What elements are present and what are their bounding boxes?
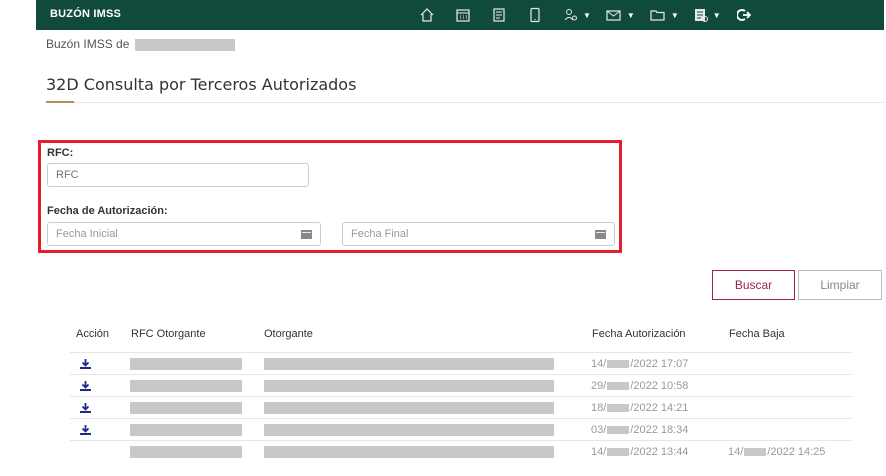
redacted-name [134, 38, 235, 51]
limpiar-button[interactable]: Limpiar [798, 270, 882, 300]
calendar-icon[interactable] [301, 229, 312, 239]
redacted-rfc [130, 402, 242, 414]
person-search-icon[interactable]: ▼ [563, 0, 591, 30]
calendar-icon[interactable] [455, 0, 471, 30]
title-underline [46, 101, 74, 103]
download-icon[interactable] [80, 359, 91, 369]
fecha-day: 14/ [591, 358, 607, 370]
fecha-autorizacion-cell: 14/ /2022 17:07 [591, 353, 688, 375]
fecha-final-input[interactable]: Fecha Final [342, 222, 615, 246]
folder-icon[interactable]: ▼ [649, 0, 679, 30]
calendar-icon[interactable] [595, 229, 606, 239]
redacted-rfc [130, 358, 242, 370]
table-row: 18/ /2022 14:21 [70, 396, 852, 419]
chevron-down-icon: ▼ [670, 10, 679, 20]
download-icon[interactable] [80, 403, 91, 413]
fecha-rest: /2022 17:07 [630, 358, 689, 370]
fecha-autorizacion-cell: 29/ /2022 10:58 [591, 375, 688, 397]
col-header-rfc-otorgante: RFC Otorgante [131, 328, 206, 340]
download-icon[interactable] [80, 425, 91, 435]
table-row: 29/ /2022 10:58 [70, 374, 852, 397]
col-header-accion: Acción [76, 328, 110, 340]
logout-icon[interactable] [736, 0, 751, 30]
fecha-rest: /2022 14:25 [767, 446, 826, 458]
redacted-otorgante [264, 424, 554, 436]
table-row: 14/ /2022 17:07 [70, 352, 852, 375]
document-icon[interactable] [491, 0, 507, 30]
fecha-day: 29/ [591, 380, 607, 392]
fecha-day: 03/ [591, 424, 607, 436]
redacted-otorgante [264, 402, 554, 414]
fecha-day: 18/ [591, 402, 607, 414]
rfc-label: RFC: [47, 147, 74, 159]
fecha-inicial-placeholder: Fecha Inicial [56, 228, 118, 240]
fecha-day: 14/ [591, 446, 607, 458]
col-header-fecha-baja: Fecha Baja [729, 328, 785, 340]
fecha-autorizacion-cell: 18/ /2022 14:21 [591, 397, 688, 419]
divider [74, 102, 884, 103]
home-icon[interactable] [419, 0, 435, 30]
breadcrumb: Buzón IMSS de [46, 37, 235, 51]
redacted-otorgante [264, 358, 554, 370]
fecha-autorizacion-label: Fecha de Autorización: [47, 205, 168, 217]
chevron-down-icon: ▼ [626, 10, 635, 20]
chevron-down-icon: ▼ [583, 10, 591, 20]
redacted-rfc [130, 424, 242, 436]
fecha-rest: /2022 13:44 [630, 446, 689, 458]
fecha-final-placeholder: Fecha Final [351, 228, 409, 240]
report-icon[interactable]: ▼ [693, 0, 721, 30]
fecha-inicial-input[interactable]: Fecha Inicial [47, 222, 321, 246]
rfc-input[interactable] [47, 163, 309, 187]
col-header-otorgante: Otorgante [264, 328, 313, 340]
table-row: 03/ /2022 18:34 [70, 418, 852, 441]
fecha-day: 14/ [728, 446, 744, 458]
page-title: 32D Consulta por Terceros Autorizados [46, 75, 357, 94]
col-header-fecha-autorizacion: Fecha Autorización [592, 328, 686, 340]
redacted-otorgante [264, 380, 554, 392]
buscar-button[interactable]: Buscar [712, 270, 795, 300]
fecha-baja-cell: 14/ /2022 14:25 [728, 441, 825, 463]
mobile-icon[interactable] [527, 0, 543, 30]
brand-title[interactable]: BUZÓN IMSS [50, 8, 121, 20]
top-navbar: BUZÓN IMSS ▼ ▼ ▼ ▼ [36, 0, 884, 30]
fecha-autorizacion-cell: 03/ /2022 18:34 [591, 419, 688, 441]
redacted-rfc [130, 380, 242, 392]
breadcrumb-prefix: Buzón IMSS de [46, 37, 130, 51]
chevron-down-icon: ▼ [712, 10, 721, 20]
mail-icon[interactable]: ▼ [605, 0, 635, 30]
download-icon[interactable] [80, 381, 91, 391]
fecha-rest: /2022 10:58 [630, 380, 689, 392]
fecha-rest: /2022 18:34 [630, 424, 689, 436]
redacted-otorgante [264, 446, 554, 458]
fecha-rest: /2022 14:21 [630, 402, 689, 414]
nav-icons: ▼ ▼ ▼ ▼ [419, 0, 751, 30]
table-row: 14/ /2022 13:44 14/ /2022 14:25 [70, 440, 852, 463]
redacted-rfc [130, 446, 242, 458]
fecha-autorizacion-cell: 14/ /2022 13:44 [591, 441, 688, 463]
